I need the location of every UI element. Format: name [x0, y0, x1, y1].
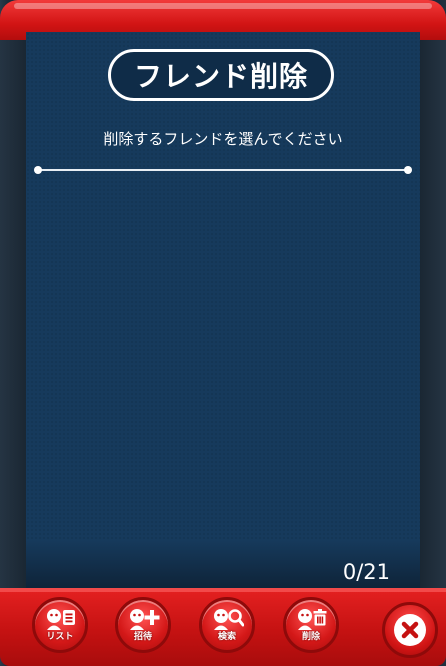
divider-dot-left: [34, 166, 42, 174]
dialog-subtitle: 削除するフレンドを選んでください: [103, 130, 343, 148]
nav-button-delete[interactable]: 削除: [283, 597, 339, 653]
dialog-panel: [26, 32, 420, 592]
divider-dot-right: [404, 166, 412, 174]
friend-list-icon: [43, 608, 77, 630]
friend-search-icon: [210, 608, 245, 630]
nav-label-delete: 削除: [301, 632, 320, 642]
dialog-side-right: [420, 32, 446, 592]
nav-button-search[interactable]: 検索: [199, 597, 255, 653]
nav-label-search: 検索: [217, 632, 236, 642]
nav-label-invite: 招待: [133, 632, 152, 642]
nav-label-list: リスト: [46, 632, 74, 642]
dialog-title: フレンド削除: [108, 49, 334, 101]
friend-invite-icon: [126, 608, 160, 630]
close-icon: [394, 614, 426, 646]
nav-button-invite[interactable]: 招待: [115, 597, 171, 653]
friend-delete-icon: [294, 608, 328, 630]
nav-button-list[interactable]: リスト: [32, 597, 88, 653]
close-button[interactable]: [382, 602, 438, 658]
selection-counter: 0/21: [342, 560, 390, 584]
divider: [34, 166, 412, 174]
dialog-side-left: [0, 32, 26, 592]
